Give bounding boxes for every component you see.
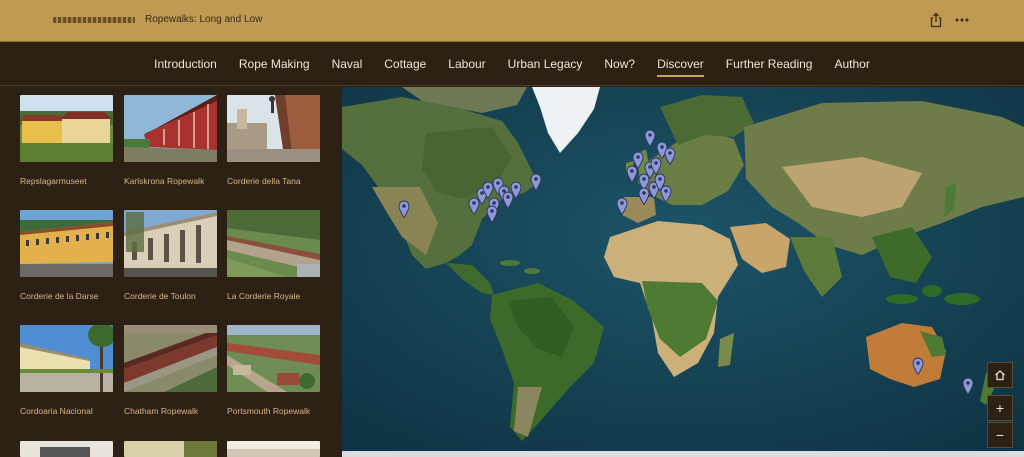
corderie-de-la-darse-photo — [20, 210, 113, 277]
gallery-card-tana[interactable]: Corderie della Tana — [227, 95, 321, 186]
rope-logo-icon — [53, 17, 135, 23]
gallery-caption: Corderie de Toulon — [124, 291, 196, 301]
gallery-caption: Corderie della Tana — [227, 176, 301, 186]
gallery-caption: Portsmouth Ropewalk — [227, 406, 311, 416]
satellite-map-image — [342, 87, 1024, 457]
corderie-della-tana-photo — [227, 95, 320, 162]
zoom-out-button[interactable]: − — [987, 422, 1013, 448]
gallery-photo — [20, 441, 113, 457]
share-icon — [930, 12, 942, 28]
gallery-photo — [124, 441, 217, 457]
gallery-card-partial-3[interactable] — [227, 441, 321, 457]
gallery-card-karlskrona[interactable]: Karlskrona Ropewalk — [124, 95, 218, 186]
gallery-card-partial-2[interactable] — [124, 441, 218, 457]
gallery-card-portsmouth[interactable]: Portsmouth Ropewalk — [227, 325, 321, 416]
nav-cottage[interactable]: Cottage — [373, 57, 437, 71]
nav-introduction[interactable]: Introduction — [143, 57, 228, 71]
gallery-card-cordoaria[interactable]: Cordoaria Nacional — [20, 325, 114, 416]
app-title: Ropewalks: Long and Low — [145, 14, 263, 25]
corderie-de-toulon-photo — [124, 210, 217, 277]
main-navigation: Introduction Rope Making Naval Cottage L… — [0, 42, 1024, 86]
zoom-in-button[interactable]: + — [987, 395, 1013, 421]
home-icon — [995, 370, 1005, 381]
portsmouth-ropewalk-photo — [227, 325, 320, 392]
gallery-card-royale[interactable]: La Corderie Royale — [227, 210, 321, 301]
gallery-photo — [227, 441, 320, 457]
nav-naval[interactable]: Naval — [321, 57, 374, 71]
nav-urban-legacy[interactable]: Urban Legacy — [497, 57, 594, 71]
more-icon — [955, 18, 969, 22]
world-map[interactable]: + − — [342, 87, 1024, 457]
la-corderie-royale-photo — [227, 210, 320, 277]
app-header: Ropewalks: Long and Low — [0, 0, 1024, 42]
nav-author[interactable]: Author — [823, 57, 880, 71]
gallery-caption: La Corderie Royale — [227, 291, 301, 301]
karlskrona-ropewalk-photo — [124, 95, 217, 162]
gallery-caption: Karlskrona Ropewalk — [124, 176, 205, 186]
cordoaria-nacional-photo — [20, 325, 113, 392]
map-home-button[interactable] — [987, 362, 1013, 388]
gallery-card-darse[interactable]: Corderie de la Darse — [20, 210, 114, 301]
nav-rope-making[interactable]: Rope Making — [228, 57, 321, 71]
gallery-card-toulon[interactable]: Corderie de Toulon — [124, 210, 218, 301]
gallery-card-chatham[interactable]: Chatham Ropewalk — [124, 325, 218, 416]
share-button[interactable] — [929, 12, 943, 28]
nav-now[interactable]: Now? — [593, 57, 646, 71]
gallery-card-repslagarmuseet[interactable]: Repslagarmuseet — [20, 95, 114, 186]
more-options-button[interactable] — [954, 12, 970, 28]
nav-labour[interactable]: Labour — [437, 57, 496, 71]
gallery-card-partial-1[interactable] — [20, 441, 114, 457]
gallery-caption: Corderie de la Darse — [20, 291, 99, 301]
gallery-caption: Cordoaria Nacional — [20, 406, 93, 416]
repslagarmuseet-photo — [20, 95, 113, 162]
chatham-ropewalk-photo — [124, 325, 217, 392]
nav-further-reading[interactable]: Further Reading — [715, 57, 824, 71]
gallery-caption: Chatham Ropewalk — [124, 406, 199, 416]
gallery-caption: Repslagarmuseet — [20, 176, 87, 186]
ropewalk-gallery: Repslagarmuseet Karlskrona Ropewalk Cord… — [0, 87, 342, 457]
nav-discover[interactable]: Discover — [646, 57, 715, 77]
